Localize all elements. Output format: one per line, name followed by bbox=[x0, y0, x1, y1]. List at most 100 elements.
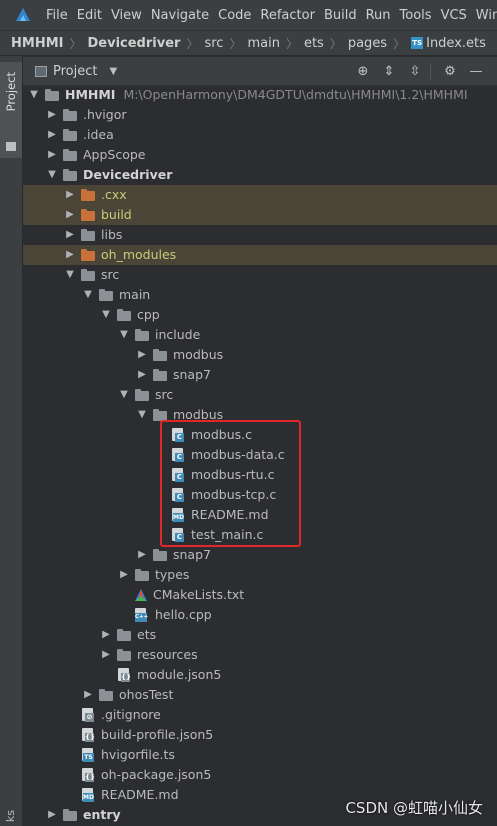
tree-row[interactable]: TS hvigorfile.ts bbox=[23, 745, 497, 765]
crumb-project[interactable]: HMHMI bbox=[11, 36, 63, 51]
crumb-ets[interactable]: ets bbox=[304, 36, 324, 51]
locate-file-icon[interactable]: ⊕ bbox=[352, 64, 374, 79]
tree-row[interactable]: ▶ build bbox=[23, 205, 497, 225]
tree-row[interactable]: ▶ ohosTest bbox=[23, 685, 497, 705]
tree-row[interactable]: ▼ include bbox=[23, 325, 497, 345]
project-view-selector[interactable]: Project bbox=[53, 64, 97, 79]
tree-row[interactable]: MD README.md bbox=[23, 505, 497, 525]
tree-row[interactable]: ▼ src bbox=[23, 265, 497, 285]
chevron-right-icon[interactable]: ▶ bbox=[45, 805, 59, 825]
chevron-right-icon[interactable]: ▶ bbox=[45, 125, 59, 145]
crumb-file[interactable]: Index.ets bbox=[426, 36, 486, 51]
chevron-down-icon[interactable]: ▼ bbox=[63, 265, 77, 285]
menu-file[interactable]: File bbox=[46, 8, 68, 23]
tree-label: include bbox=[155, 327, 201, 342]
tree-label: types bbox=[155, 567, 190, 582]
tree-row[interactable]: ▶ .cxx bbox=[23, 185, 497, 205]
gear-icon[interactable]: ⚙ bbox=[439, 64, 461, 79]
chevron-down-icon[interactable]: ▼ bbox=[45, 165, 59, 185]
module-folder-icon bbox=[62, 808, 78, 822]
tree-label: src bbox=[101, 267, 120, 282]
tree-row[interactable]: {} oh-package.json5 bbox=[23, 765, 497, 785]
tree-row[interactable]: ▶ snap7 bbox=[23, 545, 497, 565]
tree-row[interactable]: ▶ oh_modules bbox=[23, 245, 497, 265]
bookmarks-tool-tab[interactable]: ks bbox=[4, 810, 17, 822]
crumb-main[interactable]: main bbox=[247, 36, 279, 51]
project-tool-tab[interactable]: Project bbox=[0, 62, 22, 158]
chevron-right-icon[interactable]: ▶ bbox=[117, 565, 131, 585]
json-file-icon: {} bbox=[81, 728, 95, 742]
tree-row[interactable]: ▶ AppScope bbox=[23, 145, 497, 165]
tree-row[interactable]: ▶ resources bbox=[23, 645, 497, 665]
tree-row[interactable]: ▼ modbus bbox=[23, 405, 497, 425]
tree-row[interactable]: ▶ snap7 bbox=[23, 365, 497, 385]
excluded-folder-icon bbox=[80, 208, 96, 222]
markdown-file-icon: MD bbox=[171, 508, 185, 522]
json-file-icon: {} bbox=[117, 668, 131, 682]
menu-refactor[interactable]: Refactor bbox=[260, 8, 315, 23]
crumb-pages[interactable]: pages bbox=[348, 36, 387, 51]
tree-row[interactable]: ▶ types bbox=[23, 565, 497, 585]
chevron-right-icon[interactable]: ▶ bbox=[81, 685, 95, 705]
tree-row[interactable]: C test_main.c bbox=[23, 525, 497, 545]
tree-row[interactable]: ⊘ .gitignore bbox=[23, 705, 497, 725]
hide-panel-icon[interactable]: — bbox=[465, 64, 487, 79]
chevron-down-icon[interactable]: ▼ bbox=[117, 325, 131, 345]
menu-run[interactable]: Run bbox=[366, 8, 391, 23]
tree-row[interactable]: C++ hello.cpp bbox=[23, 605, 497, 625]
tree-row[interactable]: C modbus-rtu.c bbox=[23, 465, 497, 485]
menu-view[interactable]: View bbox=[111, 8, 142, 23]
tree-row[interactable]: ▼ Devicedriver bbox=[23, 165, 497, 185]
chevron-down-icon[interactable]: ▼ bbox=[109, 66, 117, 77]
tree-row[interactable]: CMakeLists.txt bbox=[23, 585, 497, 605]
toolbar-divider bbox=[430, 63, 431, 79]
tree-row[interactable]: ▶ .idea bbox=[23, 125, 497, 145]
tree-row-root[interactable]: ▼ HMHMI M:\OpenHarmony\DM4GDTU\dmdtu\HMHM… bbox=[23, 85, 497, 105]
tree-row[interactable]: ▼ cpp bbox=[23, 305, 497, 325]
chevron-right-icon[interactable]: ▶ bbox=[99, 625, 113, 645]
chevron-right-icon[interactable]: ▶ bbox=[45, 145, 59, 165]
chevron-right-icon[interactable]: ▶ bbox=[135, 545, 149, 565]
chevron-down-icon[interactable]: ▼ bbox=[99, 305, 113, 325]
deveco-logo-icon bbox=[14, 6, 32, 24]
chevron-down-icon[interactable]: ▼ bbox=[117, 385, 131, 405]
menu-edit[interactable]: Edit bbox=[77, 8, 102, 23]
chevron-down-icon[interactable]: ▼ bbox=[135, 405, 149, 425]
tree-row[interactable]: ▶ modbus bbox=[23, 345, 497, 365]
chevron-right-icon[interactable]: ▶ bbox=[135, 345, 149, 365]
tree-label: oh_modules bbox=[101, 247, 177, 262]
folder-icon bbox=[116, 648, 132, 662]
menu-build[interactable]: Build bbox=[324, 8, 357, 23]
crumb-src[interactable]: src bbox=[204, 36, 223, 51]
chevron-right-icon[interactable]: ▶ bbox=[99, 645, 113, 665]
chevron-right-icon[interactable]: ▶ bbox=[63, 245, 77, 265]
chevron-right-icon[interactable]: ▶ bbox=[63, 225, 77, 245]
tree-row[interactable]: ▶ .hvigor bbox=[23, 105, 497, 125]
chevron-down-icon[interactable]: ▼ bbox=[27, 85, 41, 105]
menu-navigate[interactable]: Navigate bbox=[151, 8, 209, 23]
menu-window[interactable]: Win bbox=[476, 8, 497, 23]
menu-tools[interactable]: Tools bbox=[400, 8, 432, 23]
chevron-right-icon[interactable]: ▶ bbox=[135, 365, 149, 385]
tree-row[interactable]: ▶ libs bbox=[23, 225, 497, 245]
tree-row[interactable]: C modbus-tcp.c bbox=[23, 485, 497, 505]
folder-icon bbox=[134, 388, 150, 402]
tree-row[interactable]: ▶ ets bbox=[23, 625, 497, 645]
chevron-right-icon[interactable]: ▶ bbox=[63, 205, 77, 225]
crumb-module[interactable]: Devicedriver bbox=[88, 36, 181, 51]
project-tool-tab-label: Project bbox=[4, 72, 18, 112]
tree-row[interactable]: {} build-profile.json5 bbox=[23, 725, 497, 745]
tree-row[interactable]: {} module.json5 bbox=[23, 665, 497, 685]
tree-row[interactable]: C modbus-data.c bbox=[23, 445, 497, 465]
menu-code[interactable]: Code bbox=[218, 8, 251, 23]
tree-label: modbus bbox=[173, 347, 224, 362]
collapse-all-icon[interactable]: ⇳ bbox=[404, 64, 426, 79]
tree-row[interactable]: C modbus.c bbox=[23, 425, 497, 445]
chevron-down-icon[interactable]: ▼ bbox=[81, 285, 95, 305]
chevron-right-icon[interactable]: ▶ bbox=[63, 185, 77, 205]
tree-row[interactable]: ▼ src bbox=[23, 385, 497, 405]
chevron-right-icon[interactable]: ▶ bbox=[45, 105, 59, 125]
expand-all-icon[interactable]: ⇕ bbox=[378, 64, 400, 79]
tree-row[interactable]: ▼ main bbox=[23, 285, 497, 305]
menu-vcs[interactable]: VCS bbox=[441, 8, 467, 23]
